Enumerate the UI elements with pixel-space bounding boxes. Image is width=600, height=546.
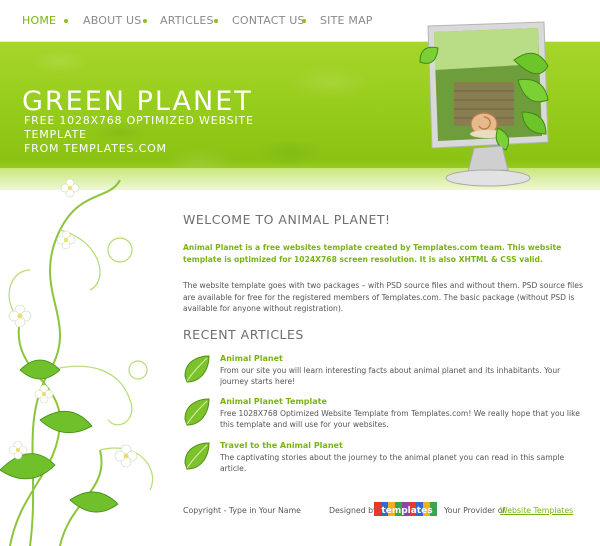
logo-text: templates <box>381 506 432 516</box>
welcome-intro: Animal Planet is a free websites templat… <box>183 243 562 264</box>
leaf-icon <box>184 355 210 383</box>
footer-provider: Your Provider of <box>444 506 506 515</box>
templates-logo[interactable]: templates <box>374 500 440 518</box>
recent-articles-heading: RECENT ARTICLES <box>183 327 304 342</box>
site-subtitle-line2: FROM TEMPLATES.COM <box>24 142 167 155</box>
welcome-section: WELCOME TO ANIMAL PLANET! Animal Planet … <box>183 212 588 315</box>
article-title[interactable]: Travel to the Animal Planet <box>220 441 343 450</box>
leaf-icon <box>184 442 210 470</box>
article-title[interactable]: Animal Planet <box>220 354 283 363</box>
floral-vine-decoration <box>0 178 154 546</box>
leaf-icon <box>184 398 210 426</box>
welcome-body: The website template goes with two packa… <box>183 281 583 313</box>
site-subtitle-line1: FREE 1028X768 OPTIMIZED WEBSITE TEMPLATE <box>24 114 254 141</box>
article-summary: From our site you will learn interesting… <box>220 366 561 386</box>
nav-separator-dot <box>214 19 218 23</box>
list-item: Animal Planet Template Free 1028X768 Opt… <box>183 397 593 431</box>
footer-copyright: Copyright - Type in Your Name <box>183 506 301 515</box>
nav-separator-dot <box>143 19 147 23</box>
site-subtitle: FREE 1028X768 OPTIMIZED WEBSITE TEMPLATE… <box>24 114 284 156</box>
list-item: Animal Planet From our site you will lea… <box>183 354 593 388</box>
nav-contact-us[interactable]: CONTACT US <box>232 14 305 27</box>
footer-designed-by: Designed by: <box>329 506 380 515</box>
nav-about-us[interactable]: ABOUT US <box>83 14 141 27</box>
article-title[interactable]: Animal Planet Template <box>220 397 327 406</box>
site-title: GREEN PLANET <box>22 86 253 117</box>
list-item: Travel to the Animal Planet The captivat… <box>183 441 593 475</box>
article-summary: The captivating stories about the journe… <box>220 453 565 473</box>
nav-home[interactable]: HOME <box>22 14 56 27</box>
monitor-illustration <box>419 21 549 187</box>
nav-site-map[interactable]: SITE MAP <box>320 14 373 27</box>
nav-articles[interactable]: ARTICLES <box>160 14 214 27</box>
nav-separator-dot <box>302 19 306 23</box>
nav-separator-dot <box>64 19 68 23</box>
welcome-heading: WELCOME TO ANIMAL PLANET! <box>183 212 391 227</box>
article-summary: Free 1028X768 Optimized Website Template… <box>220 409 580 429</box>
footer-website-templates-link[interactable]: Website Templates <box>500 506 573 515</box>
